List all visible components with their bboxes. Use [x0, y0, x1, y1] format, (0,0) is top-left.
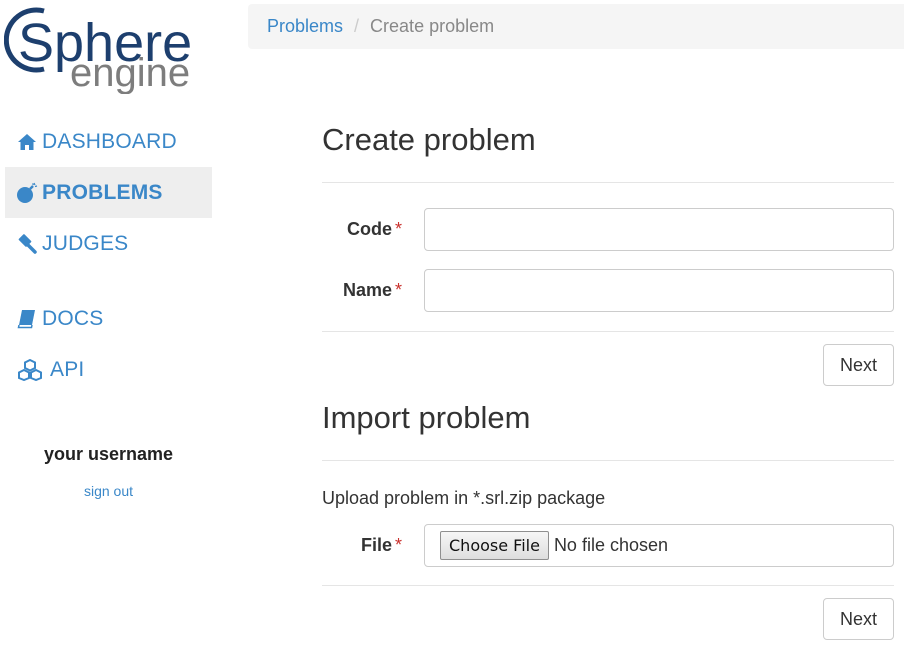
- sidebar-item-api[interactable]: API: [5, 344, 212, 395]
- sidebar-item-label: DASHBOARD: [42, 129, 177, 153]
- bomb-icon: [15, 182, 39, 204]
- sidebar-item-label: DOCS: [42, 306, 104, 330]
- import-problem-heading: Import problem: [322, 400, 531, 435]
- sidebar-item-problems[interactable]: PROBLEMS: [5, 167, 212, 218]
- code-input[interactable]: [424, 208, 894, 251]
- create-problem-heading: Create problem: [322, 122, 536, 157]
- gavel-icon: [15, 233, 39, 255]
- divider: [322, 585, 894, 586]
- sign-out-link[interactable]: sign out: [5, 483, 212, 499]
- divider: [322, 460, 894, 461]
- logo-line2: engine: [70, 51, 190, 94]
- choose-file-button[interactable]: Choose File: [440, 531, 549, 560]
- divider: [322, 182, 894, 183]
- sphere-engine-logo[interactable]: Sphere engine: [4, 2, 216, 94]
- required-mark: *: [394, 280, 402, 300]
- sidebar-item-label: PROBLEMS: [42, 180, 163, 204]
- sidebar-item-docs[interactable]: DOCS: [5, 293, 212, 344]
- create-next-button[interactable]: Next: [823, 344, 894, 386]
- file-status: No file chosen: [553, 535, 669, 555]
- code-label: Code *: [346, 219, 402, 239]
- breadcrumb-problems-link[interactable]: Problems: [267, 16, 343, 37]
- name-label: Name *: [342, 280, 402, 300]
- user-panel: your username sign out: [5, 444, 212, 499]
- sidebar-nav: DASHBOARD PROBLEMS JUDGES DOCS API: [5, 116, 212, 395]
- file-input[interactable]: Choose File No file chosen: [424, 524, 894, 567]
- upload-help-text: Upload problem in *.srl.zip package: [322, 488, 606, 508]
- sidebar-item-dashboard[interactable]: DASHBOARD: [5, 116, 212, 167]
- name-input[interactable]: [424, 269, 894, 312]
- required-mark: *: [394, 535, 402, 555]
- file-label: File *: [360, 535, 402, 555]
- divider: [322, 331, 894, 332]
- breadcrumb-separator: /: [354, 16, 360, 36]
- cubes-icon: [15, 358, 45, 381]
- breadcrumb-current: Create problem: [370, 16, 495, 36]
- home-icon: [15, 131, 39, 153]
- breadcrumb: Problems / Create problem: [248, 4, 904, 49]
- import-next-button[interactable]: Next: [823, 598, 894, 640]
- username: your username: [43, 444, 174, 464]
- required-mark: *: [394, 219, 402, 239]
- sidebar-item-label: JUDGES: [42, 231, 129, 255]
- sidebar-item-label: API: [50, 357, 85, 381]
- book-icon: [15, 308, 39, 330]
- sidebar-item-judges[interactable]: JUDGES: [5, 218, 212, 269]
